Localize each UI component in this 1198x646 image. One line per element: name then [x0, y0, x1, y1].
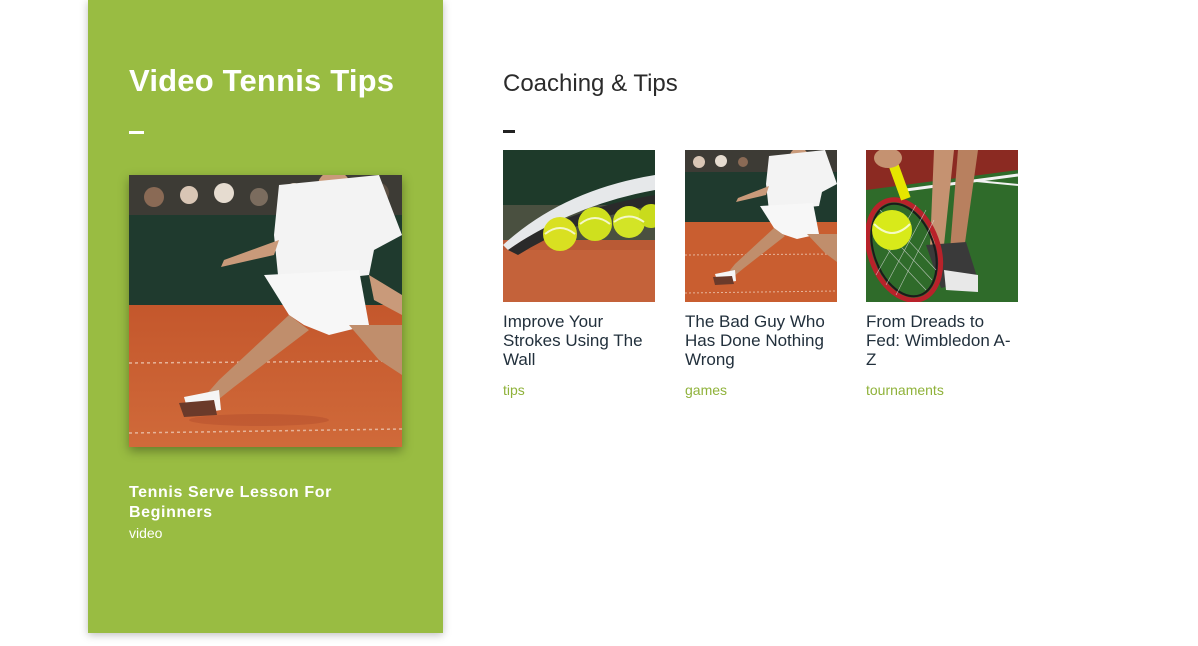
article-tag[interactable]: tips: [503, 382, 655, 399]
article-title[interactable]: From Dreads to Fed: Wimbledon A-Z: [866, 312, 1018, 369]
section-title-divider: [503, 130, 515, 133]
article-card: The Bad Guy Who Has Done Nothing Wrong g…: [685, 150, 837, 399]
article-card: From Dreads to Fed: Wimbledon A-Z tourna…: [866, 150, 1018, 399]
feature-title-divider: [129, 131, 144, 134]
section-title: Coaching & Tips: [503, 70, 678, 97]
tennis-player-clay-image: [129, 175, 402, 447]
feature-video-tag[interactable]: video: [129, 525, 162, 542]
article-title[interactable]: The Bad Guy Who Has Done Nothing Wrong: [685, 312, 837, 369]
feature-video-thumbnail[interactable]: [129, 175, 402, 447]
feature-title: Video Tennis Tips: [129, 63, 395, 98]
feature-video-title[interactable]: Tennis Serve Lesson For Beginners: [129, 483, 409, 523]
tennis-player-clay-image: [685, 150, 837, 302]
page: Video Tennis Tips Tennis Serve Lesson Fo…: [0, 0, 1198, 646]
article-tag[interactable]: tournaments: [866, 382, 1018, 399]
article-thumbnail[interactable]: [685, 150, 837, 302]
article-thumbnail[interactable]: [503, 150, 655, 302]
tennis-balls-racket-image: [503, 150, 655, 302]
feature-panel: Video Tennis Tips Tennis Serve Lesson Fo…: [88, 0, 443, 633]
racket-hitting-ball-image: [866, 150, 1018, 302]
article-tag[interactable]: games: [685, 382, 837, 399]
article-card: Improve Your Strokes Using The Wall tips: [503, 150, 655, 399]
article-thumbnail[interactable]: [866, 150, 1018, 302]
article-title[interactable]: Improve Your Strokes Using The Wall: [503, 312, 655, 369]
